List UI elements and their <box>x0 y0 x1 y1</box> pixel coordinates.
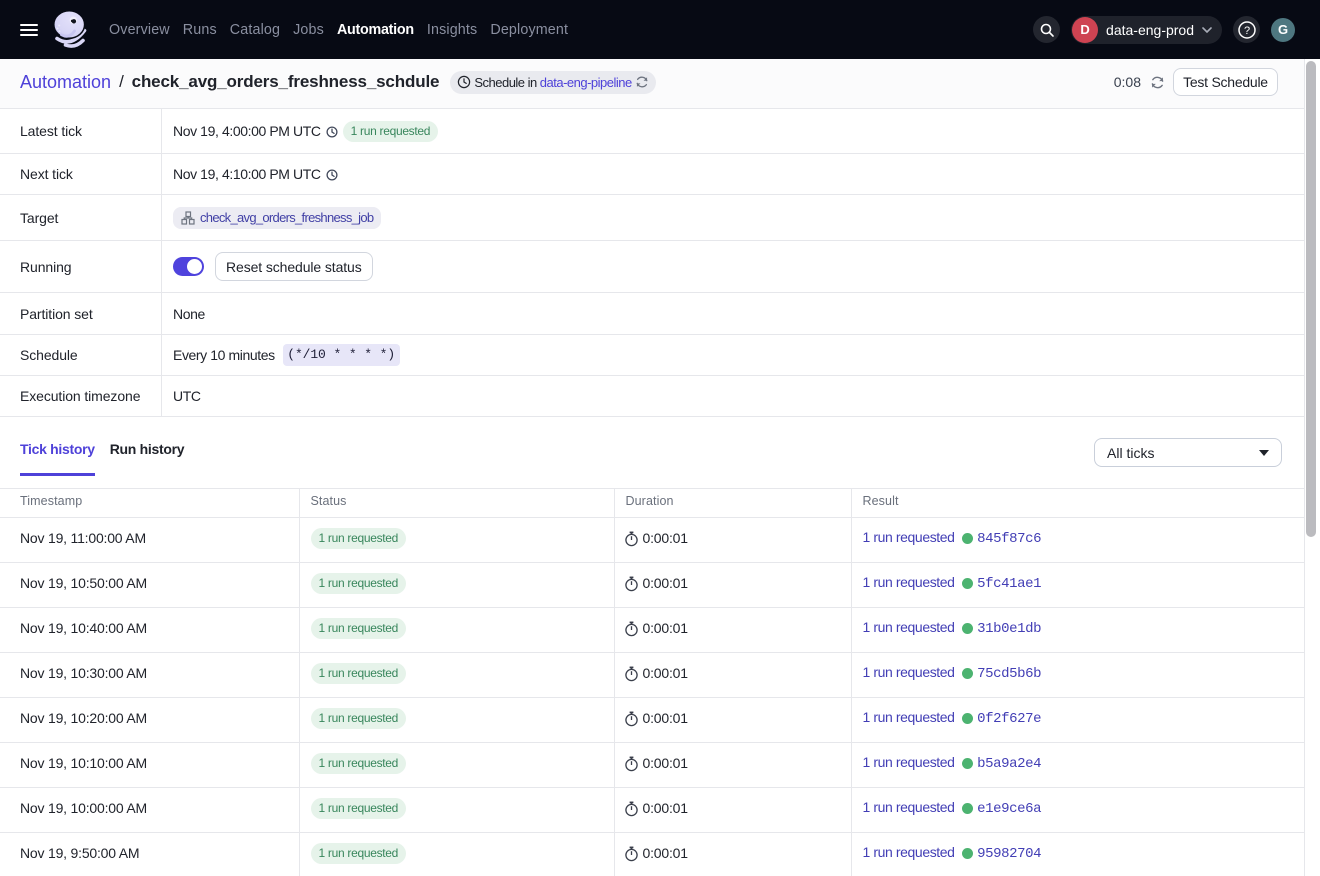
svg-text:?: ? <box>1243 25 1249 37</box>
